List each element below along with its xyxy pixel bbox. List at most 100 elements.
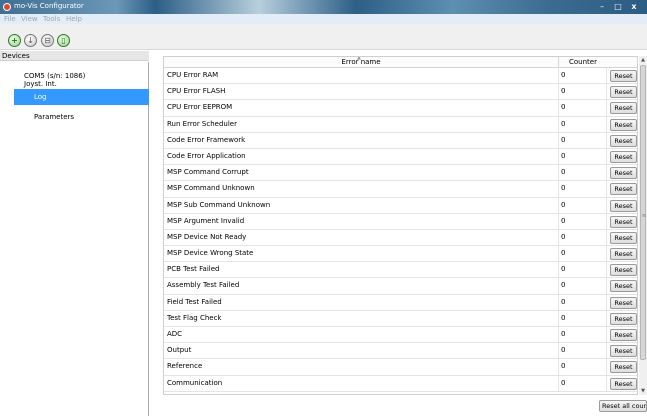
error-name-cell: MSP Device Not Ready — [164, 229, 559, 246]
app-icon — [3, 3, 11, 11]
error-name-cell: Test Flag Check — [164, 310, 559, 326]
error-name-cell: MSP Command Unknown — [164, 181, 559, 197]
table-row: MSP Command Corrupt 0 Reset — [164, 165, 637, 182]
reset-button[interactable]: Reset — [610, 231, 637, 244]
counter-cell: 0 — [559, 229, 607, 246]
device-entry[interactable]: COM5 (s/n: 1086) Joyst. Int. — [24, 72, 85, 88]
table-row: MSP Command Unknown 0 Reset — [164, 181, 637, 198]
reset-button[interactable]: Reset — [610, 199, 637, 212]
table-row: MSP Device Not Ready 0 Reset — [164, 229, 637, 247]
error-name-cell: Code Error Framework — [164, 132, 559, 148]
table-row: Code Error Application 0 Reset — [164, 148, 637, 166]
table-body: CPU Error RAM 0 Reset CPU Error FLASH 0 Reset… — [164, 68, 637, 392]
reset-button[interactable]: Reset — [610, 118, 637, 131]
counter-cell: 0 — [559, 132, 607, 148]
error-name-cell: Field Test Failed — [164, 294, 559, 310]
error-name-cell: Reference — [164, 359, 559, 375]
reset-button[interactable]: Reset — [610, 215, 637, 228]
table-row: Reference 0 Reset — [164, 359, 637, 376]
minimize-button[interactable]: – — [596, 1, 608, 12]
scroll-up-icon[interactable]: ▲ — [639, 56, 647, 64]
menu-file[interactable]: File — [4, 15, 16, 23]
reset-button[interactable]: Reset — [610, 377, 637, 390]
reset-button[interactable]: Reset — [610, 264, 637, 277]
reset-button[interactable]: Reset — [610, 280, 637, 293]
scroll-grip-icon: ≡ — [641, 213, 647, 219]
table-row: Communication 0 Reset — [164, 375, 637, 392]
error-name-cell: CPU Error RAM — [164, 68, 559, 84]
reset-button[interactable]: Reset — [610, 329, 637, 341]
maximize-button[interactable]: □ — [612, 1, 624, 12]
counter-cell: 0 — [559, 181, 607, 197]
tree-item-log[interactable]: Log — [14, 89, 149, 105]
error-name-cell: PCB Test Failed — [164, 262, 559, 278]
error-name-cell: CPU Error EEPROM — [164, 100, 559, 116]
error-table: ▲ Error name Counter CPU Error RAM 0 Reset… — [163, 56, 638, 395]
scroll-thumb[interactable]: ≡ — [640, 65, 646, 360]
counter-cell: 0 — [559, 100, 607, 116]
counter-cell: 0 — [559, 213, 607, 229]
reset-button[interactable]: Reset — [610, 102, 637, 115]
reset-button[interactable]: Reset — [610, 183, 637, 196]
device-type: Joyst. Int. — [24, 80, 57, 88]
column-error-name[interactable]: Error name — [164, 57, 559, 68]
counter-cell: 0 — [559, 246, 607, 262]
device-port: COM5 (s/n: 1086) — [24, 72, 86, 80]
table-row: Assembly Test Failed 0 Reset — [164, 278, 637, 295]
reset-button[interactable]: Reset — [610, 134, 637, 147]
counter-cell: 0 — [559, 310, 607, 326]
reset-button[interactable]: Reset — [610, 296, 637, 309]
reset-all-counters-button[interactable]: Reset all counters — [599, 400, 647, 412]
error-name-cell: CPU Error FLASH — [164, 84, 559, 100]
reset-button[interactable]: Reset — [610, 86, 637, 99]
error-name-cell: MSP Device Wrong State — [164, 246, 559, 262]
table-scrollbar[interactable]: ▲ ≡ ▼ — [639, 56, 647, 395]
counter-cell: 0 — [559, 84, 607, 100]
devices-panel: COM5 (s/n: 1086) Joyst. Int. Log Paramet… — [0, 62, 149, 416]
counter-cell: 0 — [559, 148, 607, 165]
error-name-cell: Code Error Application — [164, 148, 559, 165]
reset-button[interactable]: Reset — [610, 70, 637, 82]
table-row: ADC 0 Reset — [164, 327, 637, 344]
table-row: Test Flag Check 0 Reset — [164, 310, 637, 327]
scroll-down-icon[interactable]: ▼ — [639, 387, 647, 395]
column-counter[interactable]: Counter — [559, 57, 607, 68]
counter-cell: 0 — [559, 375, 607, 391]
reset-button[interactable]: Reset — [610, 361, 637, 374]
table-row: CPU Error EEPROM 0 Reset — [164, 100, 637, 117]
menu-view[interactable]: View — [21, 15, 38, 23]
reset-button[interactable]: Reset — [610, 167, 637, 180]
close-button[interactable]: x — [628, 1, 640, 12]
reset-button[interactable]: Reset — [610, 345, 637, 358]
counter-cell: 0 — [559, 68, 607, 84]
tree-item-parameters[interactable]: Parameters — [14, 109, 149, 125]
document-icon[interactable]: ▯ — [57, 34, 70, 47]
error-name-cell: ADC — [164, 327, 559, 343]
counter-cell: 0 — [559, 278, 607, 294]
download-icon[interactable]: ↓ — [24, 34, 37, 47]
menu-tools[interactable]: Tools — [43, 15, 60, 23]
counter-cell: 0 — [559, 343, 607, 359]
counter-cell: 0 — [559, 197, 607, 213]
save-icon[interactable]: ⊟ — [41, 34, 54, 47]
title-bar: mo-Vis Configurator – □ x — [0, 0, 647, 14]
error-name-cell: MSP Sub Command Unknown — [164, 197, 559, 213]
error-name-cell: Output — [164, 343, 559, 359]
error-name-cell: MSP Argument Invalid — [164, 213, 559, 229]
reset-button[interactable]: Reset — [610, 248, 637, 261]
menu-bar: File View Tools Help — [0, 14, 647, 24]
add-device-icon[interactable]: + — [8, 34, 21, 47]
table-row: MSP Sub Command Unknown 0 Reset — [164, 197, 637, 214]
devices-header: Devices — [0, 51, 149, 61]
counter-cell: 0 — [559, 359, 607, 375]
counter-cell: 0 — [559, 116, 607, 132]
counter-cell: 0 — [559, 262, 607, 278]
reset-button[interactable]: Reset — [610, 150, 637, 163]
table-row: Output 0 Reset — [164, 343, 637, 360]
menu-help[interactable]: Help — [66, 15, 82, 23]
table-row: Run Error Scheduler 0 Reset — [164, 116, 637, 133]
reset-button[interactable]: Reset — [610, 312, 637, 325]
counter-cell: 0 — [559, 327, 607, 343]
table-row: PCB Test Failed 0 Reset — [164, 262, 637, 279]
table-row: MSP Argument Invalid 0 Reset — [164, 213, 637, 230]
